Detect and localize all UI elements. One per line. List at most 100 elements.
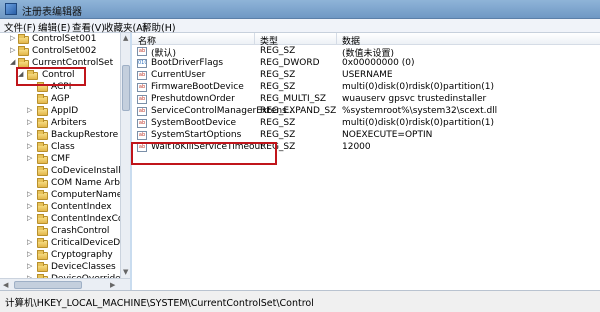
expand-arrow-icon[interactable]: ▷	[27, 202, 32, 210]
value-name: FirmwareBootDevice	[151, 82, 244, 92]
tree-item-label: ControlSet002	[32, 46, 97, 56]
folder-icon	[37, 190, 48, 200]
control-key-highlight	[16, 67, 86, 86]
string-value-icon: ab	[137, 131, 147, 140]
value-row-firmwarebootdevice[interactable]: ab FirmwareBootDevice REG_SZ multi(0)dis…	[132, 82, 600, 94]
tree-horizontal-scrollbar[interactable]: ◀ ▶	[0, 278, 130, 290]
folder-icon	[37, 250, 48, 260]
title-bar[interactable]: 注册表编辑器	[0, 0, 600, 19]
menu-help[interactable]: 帮助(H)	[142, 20, 176, 34]
value-type: REG_MULTI_SZ	[260, 94, 327, 104]
value-data: NOEXECUTE=OPTIN	[342, 130, 433, 140]
tree-item-label: ComputerName	[51, 190, 123, 200]
registry-path: 计算机\HKEY_LOCAL_MACHINE\SYSTEM\CurrentCon…	[5, 298, 314, 309]
folder-icon	[37, 262, 48, 272]
folder-icon	[37, 94, 48, 104]
expand-arrow-icon[interactable]: ▷	[27, 238, 32, 246]
scroll-thumb[interactable]	[14, 281, 82, 289]
expand-arrow-icon[interactable]: ▷	[27, 142, 32, 150]
menu-edit[interactable]: 编辑(E)	[38, 20, 70, 34]
folder-icon	[37, 106, 48, 116]
status-bar: 计算机\HKEY_LOCAL_MACHINE\SYSTEM\CurrentCon…	[0, 290, 600, 312]
folder-icon	[37, 226, 48, 236]
tree-item-label: CoDeviceInstallers	[51, 166, 125, 176]
string-value-icon: ab	[137, 119, 147, 128]
expand-arrow-icon[interactable]: ▷	[10, 34, 15, 42]
collapse-arrow-icon[interactable]: ◢	[10, 58, 15, 66]
tree-item-label: ControlSet001	[32, 34, 97, 44]
folder-icon	[37, 214, 48, 224]
registry-app-icon	[5, 3, 17, 15]
value-row-currentuser[interactable]: ab CurrentUser REG_SZ USERNAME	[132, 70, 600, 82]
tree-item-label: Cryptography	[51, 250, 113, 260]
tree-item-label: BackupRestore	[51, 130, 119, 140]
tree-item-label: COM Name Arbiter	[51, 178, 125, 188]
menu-view[interactable]: 查看(V)	[72, 20, 105, 34]
scroll-down-icon[interactable]: ▼	[123, 268, 128, 276]
tree-item-label: ContentIndex	[51, 202, 112, 212]
expand-arrow-icon[interactable]: ▷	[27, 154, 32, 162]
expand-arrow-icon[interactable]: ▷	[27, 214, 32, 222]
menu-favorites[interactable]: 收藏夹(A)	[104, 20, 146, 34]
tree-item-label: Class	[51, 142, 75, 152]
folder-icon	[37, 142, 48, 152]
expand-arrow-icon[interactable]: ▷	[27, 118, 32, 126]
tree-item-label: Arbiters	[51, 118, 87, 128]
value-name: BootDriverFlags	[151, 58, 224, 68]
value-type: REG_SZ	[260, 70, 296, 80]
value-data: multi(0)disk(0)rdisk(0)partition(1)	[342, 82, 494, 92]
value-row-bootdriverflags[interactable]: 010 BootDriverFlags REG_DWORD 0x00000000…	[132, 58, 600, 70]
folder-icon	[37, 178, 48, 188]
registry-editor-window: 注册表编辑器 文件(F) 编辑(E) 查看(V) 收藏夹(A) 帮助(H) ▷ …	[0, 0, 600, 312]
scroll-up-icon[interactable]: ▲	[123, 34, 128, 42]
column-divider[interactable]	[336, 33, 337, 45]
tree-item-label: CMF	[51, 154, 71, 164]
folder-icon	[37, 130, 48, 140]
value-name: SystemBootDevice	[151, 118, 237, 128]
value-row-preshutdownorder[interactable]: ab PreshutdownOrder REG_MULTI_SZ wuauser…	[132, 94, 600, 106]
folder-icon	[18, 46, 29, 56]
binary-value-icon: 010	[137, 59, 147, 68]
value-data: USERNAME	[342, 70, 393, 80]
value-type: REG_SZ	[260, 82, 296, 92]
folder-icon	[37, 166, 48, 176]
string-value-icon: ab	[137, 107, 147, 116]
value-type: REG_SZ	[260, 46, 296, 56]
expand-arrow-icon[interactable]: ▷	[27, 262, 32, 270]
value-name: SystemStartOptions	[151, 130, 242, 140]
value-name: CurrentUser	[151, 70, 206, 80]
value-type: REG_SZ	[260, 130, 296, 140]
value-data: %systemroot%\system32\scext.dll	[342, 106, 498, 116]
value-type: REG_EXPAND_SZ	[260, 106, 337, 116]
list-header: 名称 类型 数据	[132, 33, 600, 47]
tree-vertical-scrollbar[interactable]: ▲ ▼	[120, 33, 130, 278]
column-divider[interactable]	[254, 33, 255, 45]
expand-arrow-icon[interactable]: ▷	[10, 46, 15, 54]
expand-arrow-icon[interactable]: ▷	[27, 106, 32, 114]
value-row-default[interactable]: ab (默认) REG_SZ (数值未设置)	[132, 46, 600, 59]
folder-icon	[37, 154, 48, 164]
scroll-right-icon[interactable]: ▶	[110, 281, 115, 289]
value-data: 0x00000000 (0)	[342, 58, 415, 68]
value-row-systembootdevice[interactable]: ab SystemBootDevice REG_SZ multi(0)disk(…	[132, 118, 600, 130]
expand-arrow-icon[interactable]: ▷	[27, 250, 32, 258]
folder-icon	[37, 202, 48, 212]
folder-icon	[37, 238, 48, 248]
value-data: wuauserv gpsvc trustedinstaller	[342, 94, 487, 104]
folder-icon	[18, 34, 29, 44]
string-value-icon: ab	[137, 83, 147, 92]
menu-file[interactable]: 文件(F)	[4, 20, 36, 34]
expand-arrow-icon[interactable]: ▷	[27, 130, 32, 138]
tree-item-label: CrashControl	[51, 226, 110, 236]
tree-item-label: ContentIndexComm	[51, 214, 125, 224]
value-row-systemstartoptions[interactable]: ab SystemStartOptions REG_SZ NOEXECUTE=O…	[132, 130, 600, 142]
expand-arrow-icon[interactable]: ▷	[27, 190, 32, 198]
value-data: 12000	[342, 142, 371, 152]
scroll-thumb[interactable]	[122, 65, 130, 111]
tree-item-label: DeviceClasses	[51, 262, 116, 272]
menu-bar: 文件(F) 编辑(E) 查看(V) 收藏夹(A) 帮助(H)	[0, 19, 600, 34]
scroll-left-icon[interactable]: ◀	[3, 281, 8, 289]
folder-icon	[37, 118, 48, 128]
value-row-servicecontrolmanagerextension[interactable]: ab ServiceControlManagerExtens... REG_EX…	[132, 106, 600, 118]
string-value-icon: ab	[137, 95, 147, 104]
